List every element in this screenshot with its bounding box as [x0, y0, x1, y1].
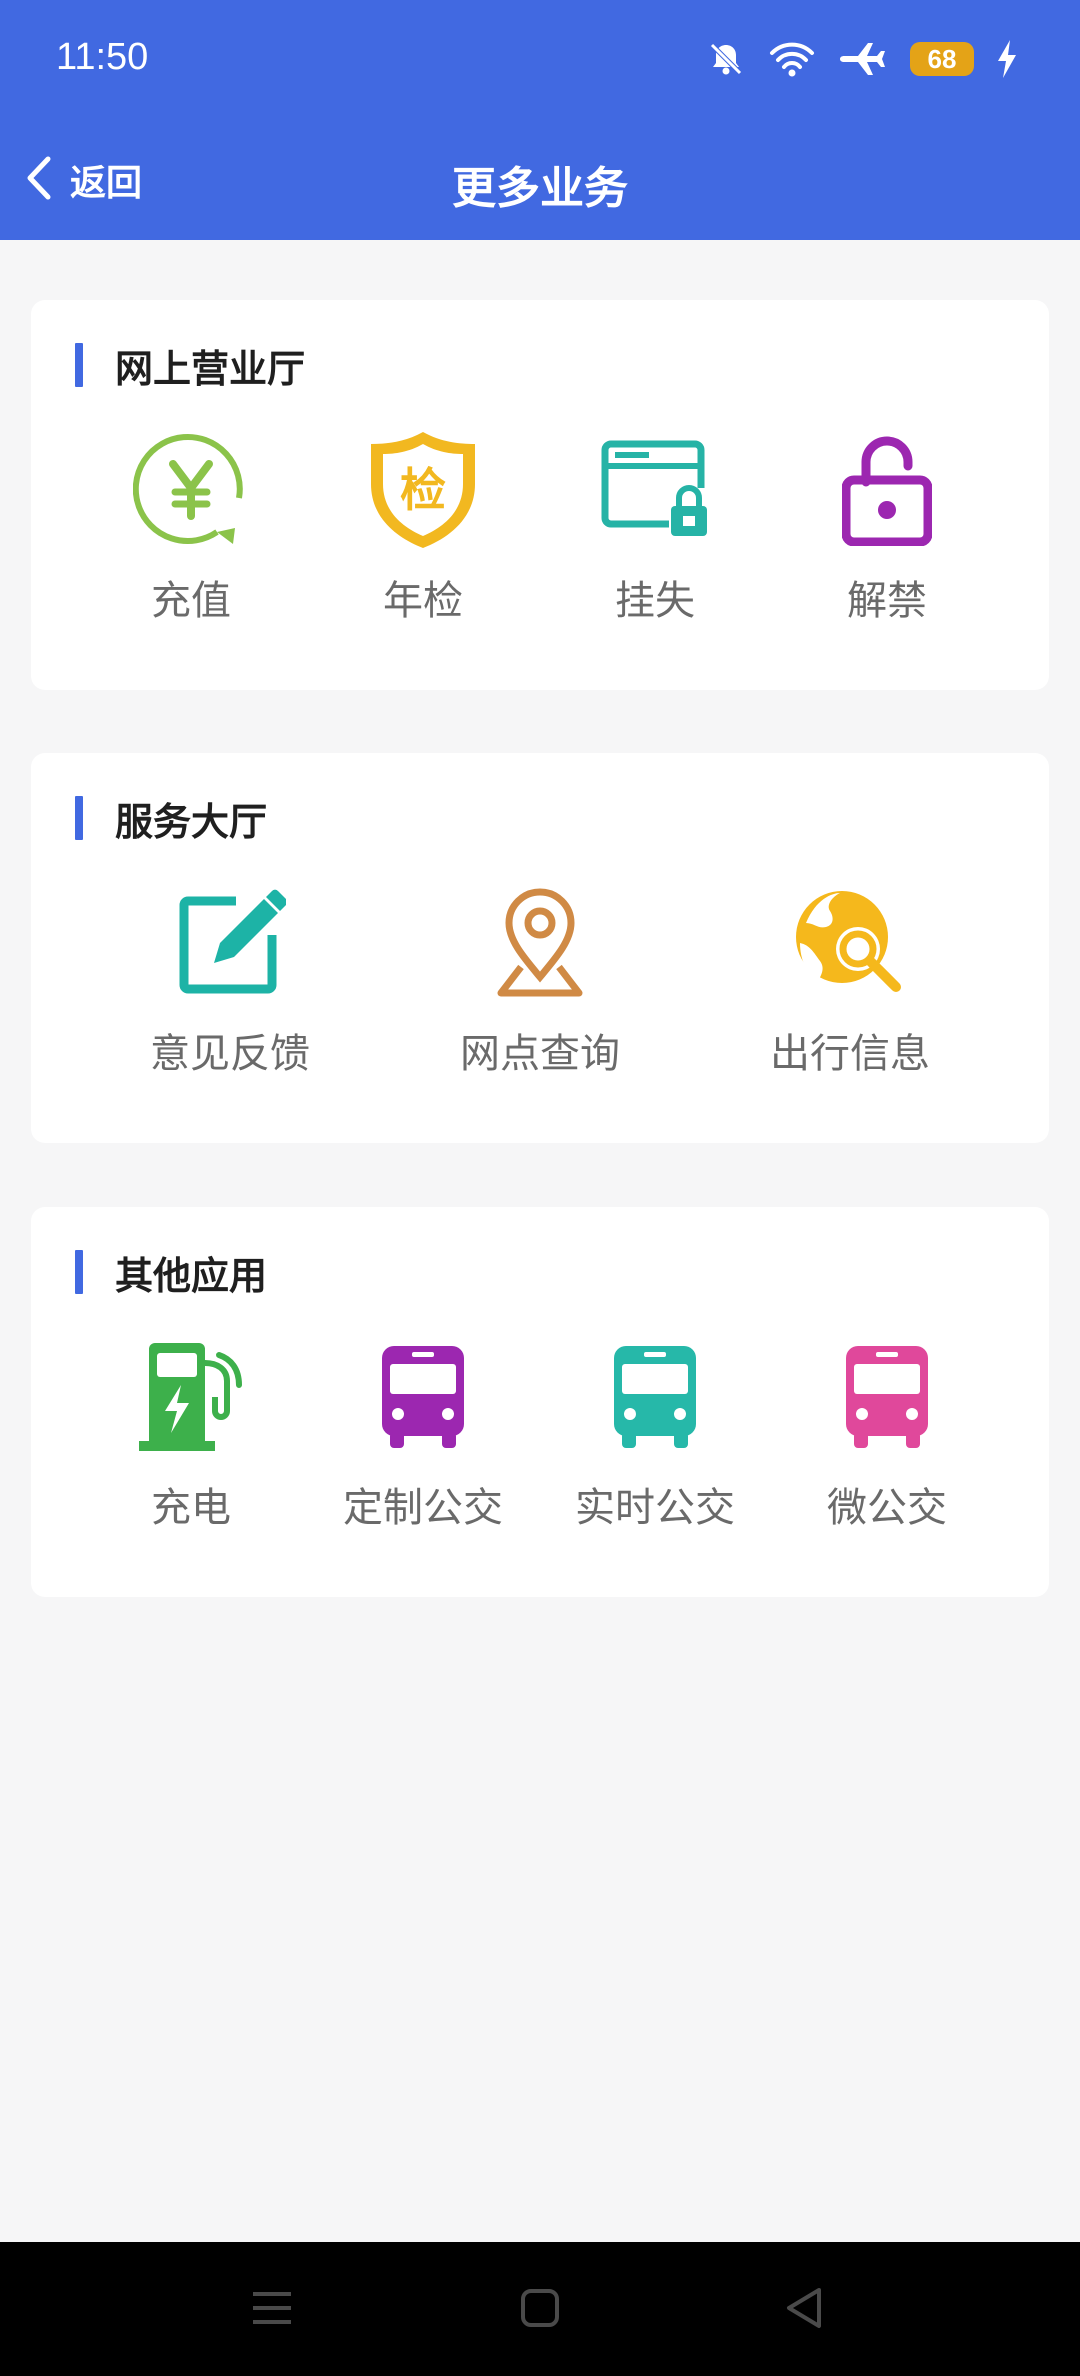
airplane-mode-icon	[838, 39, 888, 79]
feedback-edit-icon	[170, 883, 290, 1003]
section-online-hall: 网上营业厅 充值 检 年检 挂失 解禁	[31, 300, 1049, 690]
unlock-button[interactable]: 解禁	[787, 430, 987, 630]
inspection-icon-text: 检	[400, 463, 446, 517]
page-title: 更多业务	[452, 163, 628, 214]
travel-info-label: 出行信息	[770, 1031, 930, 1077]
unlock-label: 解禁	[847, 578, 927, 624]
wifi-icon	[768, 39, 816, 79]
feedback-button[interactable]: 意见反馈	[130, 883, 330, 1083]
section-accent-bar	[75, 796, 83, 840]
back-nav-button[interactable]	[774, 2282, 834, 2338]
status-time: 11:50	[56, 36, 149, 78]
micro-bus-button[interactable]: 微公交	[787, 1337, 987, 1537]
realtime-bus-button[interactable]: 实时公交	[555, 1337, 755, 1537]
section-other-apps: 其他应用 充电 定制公交 实时公交 微公交	[31, 1207, 1049, 1597]
annual-inspection-button[interactable]: 检 年检	[323, 430, 523, 630]
annual-inspection-label: 年检	[383, 578, 463, 624]
unlock-padlock-icon	[827, 430, 947, 550]
annual-inspection-shield-icon: 检	[363, 430, 483, 550]
app-header: 返回 更多业务	[0, 120, 1080, 240]
section-service-hall: 服务大厅 意见反馈 网点查询 出行信息	[31, 753, 1049, 1143]
travel-info-globe-search-icon	[790, 883, 910, 1003]
status-icons: 68	[706, 36, 1018, 82]
section-title: 服务大厅	[115, 799, 268, 844]
charging-bolt-icon	[996, 40, 1018, 78]
back-triangle-icon	[783, 2286, 825, 2334]
section-header: 网上营业厅	[75, 342, 305, 391]
realtime-bus-label: 实时公交	[575, 1485, 735, 1531]
report-loss-card-lock-icon	[595, 430, 715, 550]
section-accent-bar	[75, 343, 83, 387]
charging-label: 充电	[151, 1485, 231, 1531]
menu-nav-button[interactable]	[242, 2282, 302, 2338]
status-bar: 11:50 68	[0, 0, 1080, 120]
section-accent-bar	[75, 1250, 83, 1294]
location-pin-icon	[480, 883, 600, 1003]
feedback-label: 意见反馈	[150, 1031, 310, 1077]
home-nav-button[interactable]	[510, 2282, 570, 2338]
branch-locator-label: 网点查询	[460, 1031, 620, 1077]
realtime-bus-icon	[595, 1337, 715, 1457]
report-loss-label: 挂失	[615, 578, 695, 624]
section-title: 其他应用	[115, 1253, 268, 1298]
section-header: 服务大厅	[75, 795, 267, 844]
custom-bus-icon	[363, 1337, 483, 1457]
branch-locator-button[interactable]: 网点查询	[440, 883, 640, 1083]
travel-info-button[interactable]: 出行信息	[750, 883, 950, 1083]
micro-bus-label: 微公交	[827, 1485, 947, 1531]
custom-bus-label: 定制公交	[343, 1485, 503, 1531]
bell-muted-icon	[706, 39, 746, 79]
custom-bus-button[interactable]: 定制公交	[323, 1337, 523, 1537]
menu-lines-icon	[251, 2288, 293, 2332]
section-title: 网上营业厅	[115, 346, 306, 391]
micro-bus-icon	[827, 1337, 947, 1457]
section-header: 其他应用	[75, 1249, 267, 1298]
charging-station-icon	[131, 1337, 251, 1457]
system-navigation-bar	[0, 2242, 1080, 2376]
recharge-button[interactable]: 充值	[91, 430, 291, 630]
report-loss-button[interactable]: 挂失	[555, 430, 755, 630]
recharge-yen-icon	[131, 430, 251, 550]
recharge-label: 充值	[151, 578, 231, 624]
charging-button[interactable]: 充电	[91, 1337, 291, 1537]
home-square-icon	[520, 2288, 560, 2332]
battery-indicator: 68	[910, 42, 974, 76]
